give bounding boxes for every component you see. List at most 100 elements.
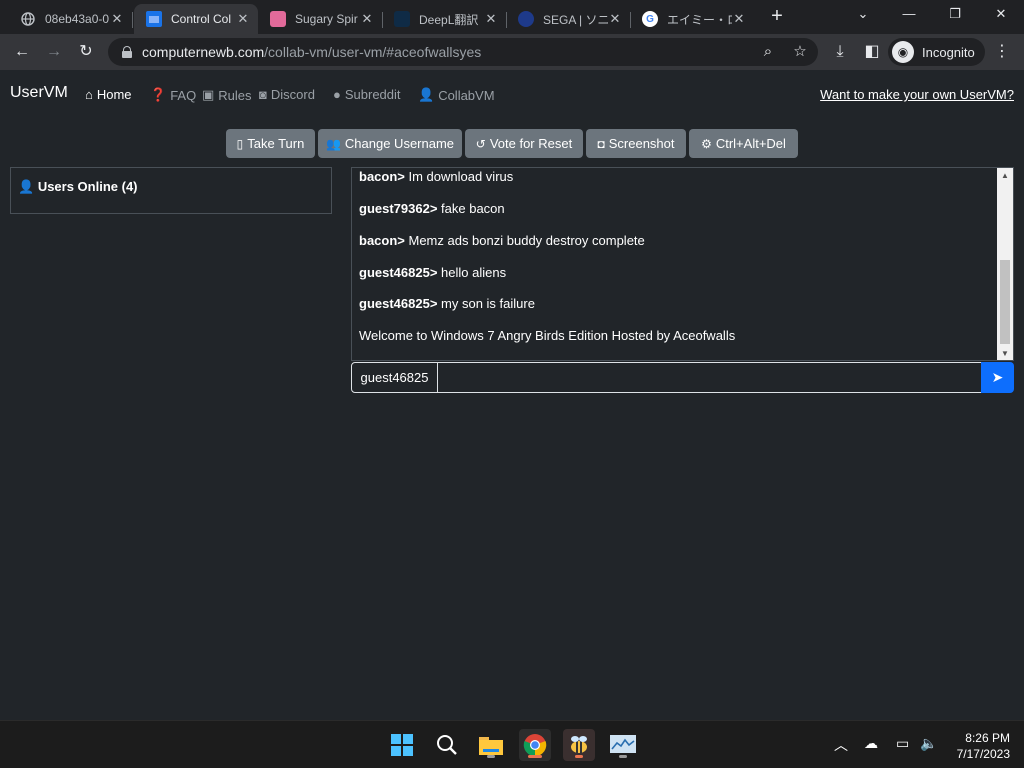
user-icon: 👤 [418,87,435,102]
nav-home[interactable]: ⌂ Home [85,87,132,102]
new-tab-button[interactable]: + [766,6,788,28]
send-button[interactable]: ➤ [981,362,1014,393]
nav-rules[interactable]: ▣ Rules [202,87,252,103]
chat-input-group: guest46825 ➤ [351,362,1014,393]
browser-tab-active[interactable]: Control Col ✕ [134,4,258,34]
side-panel-icon[interactable]: ◧ [860,40,884,64]
chat-text: fake bacon [437,201,505,216]
site-brand[interactable]: UserVM [10,84,68,102]
incognito-icon: ◉ [892,41,914,63]
browser-tab[interactable]: 08eb43a0-0 ✕ [8,4,133,34]
windows-start-icon[interactable] [386,729,418,761]
nav-label: Discord [270,87,315,102]
browser-tab[interactable]: SEGA | ソニ ✕ [506,4,631,34]
reload-button[interactable]: ↻ [74,40,98,64]
globe-icon [20,11,36,27]
scroll-down-icon[interactable]: ▼ [997,346,1013,360]
nav-label: Home [96,87,132,102]
mouse-icon: ▯ [236,136,244,151]
tray-overflow-icon[interactable]: ︿ [834,735,848,755]
close-icon[interactable]: ✕ [732,11,746,27]
nav-collabvm[interactable]: 👤 CollabVM [418,87,495,103]
monitor-icon [146,11,162,27]
tab-title: SEGA | ソニ [543,12,608,27]
chat-text: Welcome to Windows 7 Angry Birds Edition… [359,328,736,343]
scroll-up-icon[interactable]: ▲ [997,168,1013,184]
undo-icon: ↺ [475,136,486,151]
tab-strip: 08eb43a0-0 ✕ Control Col ✕ Sugary Spir ✕… [0,0,1024,34]
nav-discord[interactable]: ◙ Discord [259,87,315,102]
username-display[interactable]: guest46825 [351,362,438,393]
button-label: Take Turn [247,136,305,151]
browser-tab[interactable]: G エイミー・ロー ✕ [630,4,754,34]
sega-icon [518,11,534,27]
nav-label: Subreddit [344,87,401,102]
tab-title: エイミー・ロー [667,12,732,27]
address-bar[interactable]: computernewb.com/collab-vm/user-vm/#aceo… [108,38,818,66]
close-icon[interactable]: ✕ [110,11,124,27]
system-clock[interactable]: 8:26 PM 7/17/2023 [957,730,1010,762]
bee-app-icon[interactable] [563,729,595,761]
nav-faq[interactable]: ❓ FAQ [150,87,196,103]
page-content: UserVM ⌂ Home ❓ FAQ ▣ Rules ◙ Discord ● Subre… [0,70,1024,720]
button-label: Vote for Reset [489,136,573,151]
onedrive-icon[interactable]: ☁ [864,735,878,752]
screenshot-button[interactable]: ◘ Screenshot [586,129,686,158]
camera-icon: ◘ [597,136,605,151]
chat-text: my son is failure [437,296,535,311]
scrollbar-thumb[interactable] [1000,260,1010,344]
close-window-button[interactable]: ✕ [978,0,1024,30]
chat-input[interactable] [437,362,982,393]
chat-log[interactable]: bacon> Im download virus guest79362> fak… [351,167,1014,361]
nav-subreddit[interactable]: ● Subreddit [333,87,401,102]
download-icon[interactable]: ⤓ [828,40,852,64]
browser-tab[interactable]: DeepL翻訳 ✕ [382,4,507,34]
button-label: Screenshot [608,136,675,151]
deepl-icon [394,11,410,27]
users-online-panel: 👤 Users Online (4) [10,167,332,214]
clipboard-icon: ▣ [202,87,215,102]
tab-title: Sugary Spir [295,12,358,26]
vote-reset-button[interactable]: ↺ Vote for Reset [465,129,583,158]
bookmark-star-icon[interactable]: ☆ [788,40,812,64]
back-button[interactable]: ← [10,40,34,64]
chat-username: bacon> [359,233,405,248]
chrome-icon[interactable] [519,729,551,761]
zoom-icon[interactable]: ⌕ [756,40,780,64]
menu-icon[interactable]: ⋮ [990,40,1014,64]
monitor-app-icon[interactable] [607,729,639,761]
chat-username: bacon> [359,169,405,184]
ctrl-alt-del-button[interactable]: ⚙ Ctrl+Alt+Del [689,129,798,158]
users-online-title: 👤 Users Online (4) [18,179,138,195]
clock-time: 8:26 PM [965,731,1010,745]
chat-message: guest46825> my son is failure [359,296,535,311]
browser-tab[interactable]: Sugary Spir ✕ [258,4,383,34]
close-icon[interactable]: ✕ [608,11,622,27]
network-icon[interactable]: ▭ [896,735,909,752]
tab-search-icon[interactable]: ⌄ [840,0,886,30]
search-icon[interactable] [431,729,463,761]
change-username-button[interactable]: 👥 Change Username [318,129,462,158]
chat-username: guest46825> [359,265,438,280]
nav-label: Rules [218,87,252,103]
chat-message: bacon> Memz ads bonzi buddy destroy comp… [359,233,645,248]
close-icon[interactable]: ✕ [360,11,374,27]
chat-text: hello aliens [437,265,507,280]
close-icon[interactable]: ✕ [236,11,250,27]
own-uservm-link[interactable]: Want to make your own UserVM? [820,87,1014,102]
pink-image-icon [270,11,286,27]
button-label: Ctrl+Alt+Del [715,136,786,151]
incognito-label: Incognito [922,44,975,60]
close-icon[interactable]: ✕ [484,11,498,27]
file-explorer-icon[interactable] [475,729,507,761]
take-turn-button[interactable]: ▯ Take Turn [226,129,315,158]
forward-button[interactable]: → [42,40,66,64]
incognito-indicator[interactable]: ◉ Incognito [888,38,985,66]
volume-icon[interactable]: 🔈 [920,735,937,752]
chat-username: guest46825> [359,296,438,311]
restore-button[interactable]: ❐ [932,0,978,30]
users-icon: 👥 [325,136,341,151]
minimize-button[interactable]: — [886,0,932,30]
lock-icon [122,46,132,58]
chat-scrollbar[interactable]: ▲ ▼ [997,168,1013,360]
